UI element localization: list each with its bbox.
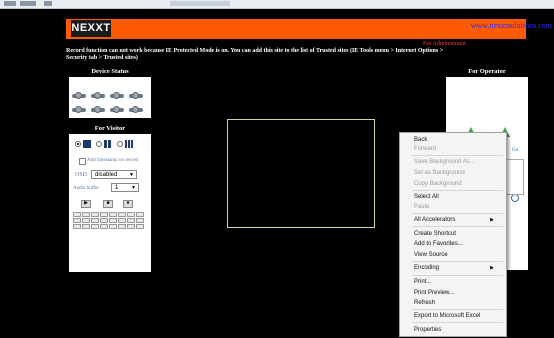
small-control[interactable] <box>91 218 99 223</box>
header-bar <box>66 19 526 39</box>
browser-button[interactable] <box>20 1 36 6</box>
small-control[interactable] <box>136 224 144 229</box>
small-control[interactable] <box>127 212 135 217</box>
small-control[interactable] <box>136 212 144 217</box>
osd-select[interactable]: disabled ▼ <box>91 170 137 179</box>
layout-4-radio[interactable] <box>96 141 102 147</box>
admin-link[interactable]: For Administrator <box>423 41 466 47</box>
small-control[interactable] <box>82 212 90 217</box>
small-control[interactable] <box>91 224 99 229</box>
menu-separator <box>412 261 503 262</box>
record-icon[interactable]: ● <box>123 200 133 208</box>
camera-icon[interactable] <box>72 105 88 114</box>
menu-separator <box>412 309 503 310</box>
layout-4-icon <box>104 140 112 148</box>
small-control[interactable] <box>118 218 126 223</box>
chevron-down-icon: ▼ <box>131 185 136 191</box>
menu-item-encoding[interactable]: Encoding <box>414 264 439 272</box>
camera-icon[interactable] <box>110 91 126 100</box>
menu-separator <box>412 275 503 276</box>
menu-item-save-background[interactable]: Save Background As... <box>414 158 475 166</box>
menu-item-view-source[interactable]: View Source <box>414 251 448 259</box>
play-icon[interactable]: ▶ <box>81 200 91 208</box>
layout-1-icon <box>83 140 91 148</box>
osd-value: disabled <box>95 172 118 178</box>
small-control[interactable] <box>109 218 117 223</box>
camera-icon[interactable] <box>72 91 88 100</box>
small-control[interactable] <box>100 224 108 229</box>
camera-icon[interactable] <box>129 105 145 114</box>
site-url-link[interactable]: www.nexxtsolutions.com <box>471 21 552 30</box>
small-control[interactable] <box>127 218 135 223</box>
small-control[interactable] <box>100 212 108 217</box>
timestamp-label: Add timestamp on record <box>87 158 138 163</box>
camera-icon[interactable] <box>91 105 107 114</box>
go-link[interactable]: Go <box>512 148 518 153</box>
menu-item-forward[interactable]: Forward <box>414 145 436 153</box>
audio-buffer-value: 1 <box>115 185 119 191</box>
camera-icon[interactable] <box>110 105 126 114</box>
menu-separator <box>412 226 503 227</box>
audio-buffer-select[interactable]: 1 ▼ <box>111 183 139 192</box>
settings-icon[interactable] <box>511 194 519 202</box>
small-control[interactable] <box>73 212 81 217</box>
layout-1-radio[interactable] <box>75 141 81 147</box>
menu-separator <box>412 190 503 191</box>
timestamp-checkbox[interactable] <box>79 158 86 165</box>
brand-logo: NEXXT <box>71 20 111 37</box>
small-control[interactable] <box>109 224 117 229</box>
menu-item-copy-background[interactable]: Copy Background <box>414 180 462 188</box>
small-control[interactable] <box>118 212 126 217</box>
menu-item-paste[interactable]: Paste <box>414 203 429 211</box>
device-status-panel <box>69 77 151 118</box>
menu-item-refresh[interactable]: Refresh <box>414 299 435 307</box>
menu-item-print-preview[interactable]: Print Preview... <box>414 289 454 297</box>
layout-9-icon <box>125 140 133 148</box>
operator-control-box <box>506 159 524 195</box>
menu-item-all-accelerators[interactable]: All Accelerators <box>414 216 455 224</box>
menu-item-export-excel[interactable]: Export to Microsoft Excel <box>414 312 480 320</box>
small-control[interactable] <box>82 224 90 229</box>
camera-icon[interactable] <box>91 91 107 100</box>
browser-toolbar <box>0 0 554 9</box>
chevron-down-icon: ▼ <box>129 172 134 178</box>
small-control[interactable] <box>136 218 144 223</box>
stop-icon[interactable]: ■ <box>103 200 113 208</box>
small-control[interactable] <box>118 224 126 229</box>
visitor-panel: Add timestamp on record OSD disabled ▼ Au… <box>69 134 151 272</box>
video-display-area[interactable] <box>227 119 375 228</box>
menu-item-select-all[interactable]: Select All <box>414 193 439 201</box>
small-control[interactable] <box>127 224 135 229</box>
small-control[interactable] <box>73 224 81 229</box>
menu-separator <box>412 213 503 214</box>
operator-title: For Operator <box>446 67 528 77</box>
menu-separator <box>412 155 503 156</box>
audio-buffer-label: Audio buffer <box>73 186 99 191</box>
menu-item-print[interactable]: Print... <box>414 278 431 286</box>
small-control[interactable] <box>82 218 90 223</box>
menu-separator <box>412 322 503 323</box>
osd-label: OSD <box>75 172 88 178</box>
small-control[interactable] <box>109 212 117 217</box>
menu-item-create-shortcut[interactable]: Create Shortcut <box>414 230 456 238</box>
camera-icon[interactable] <box>129 91 145 100</box>
visitor-title: For Visitor <box>69 124 151 134</box>
small-control[interactable] <box>100 218 108 223</box>
menu-item-set-background[interactable]: Set as Background <box>414 169 465 177</box>
submenu-arrow-icon: ▶ <box>490 265 494 271</box>
browser-button[interactable] <box>4 1 16 6</box>
device-status-title: Device Status <box>69 67 151 77</box>
browser-tab[interactable] <box>170 1 230 6</box>
layout-9-radio[interactable] <box>117 141 123 147</box>
menu-item-back[interactable]: Back <box>414 136 427 144</box>
browser-button[interactable] <box>44 1 52 6</box>
menu-item-add-to-favorites[interactable]: Add to Favorites... <box>414 240 463 248</box>
context-menu: Back Forward Save Background As... Set a… <box>399 132 507 337</box>
submenu-arrow-icon: ▶ <box>490 217 494 223</box>
protected-mode-warning: Record function can not work because IE … <box>66 48 444 61</box>
menu-item-properties[interactable]: Properties <box>414 326 441 334</box>
small-control[interactable] <box>91 212 99 217</box>
small-control[interactable] <box>73 218 81 223</box>
